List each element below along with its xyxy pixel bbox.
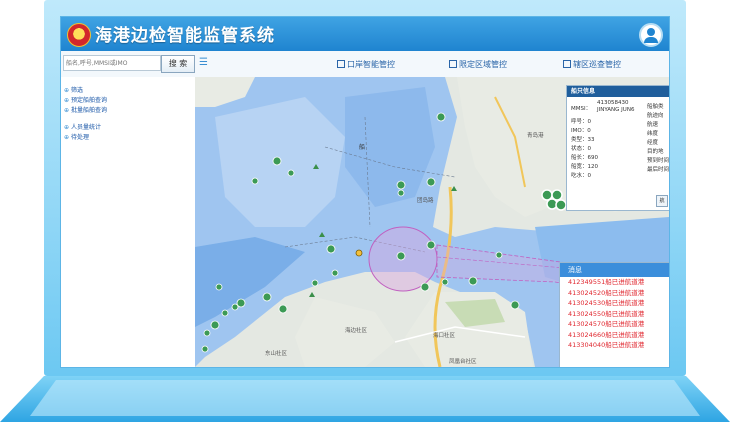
message-title: 消息 [560, 263, 669, 277]
ship-track-button[interactable]: 航 [656, 195, 668, 207]
ship-right-label: 纬度 [647, 131, 659, 137]
message-item[interactable]: 413024550船已进航道港 [560, 309, 669, 320]
sidebar-item-filter[interactable]: 筛选 [64, 85, 83, 94]
national-emblem-icon [67, 23, 91, 47]
search-input[interactable] [63, 55, 161, 71]
ship-info-panel: 船只信息 MMSI： 413058430 JINYANG JUN6 呼号：0 I… [566, 85, 670, 211]
ship-callsign: 呼号：0 [571, 119, 591, 125]
sidebar-item-personnel-stats[interactable]: 人员量统计 [64, 122, 101, 131]
ship-mmsi-value: 413058430 [597, 100, 629, 106]
app-window: 海港边检智能监管系统 搜 索 ☰ 口岸智能管控 限定区域管控 辖区巡查管控 筛选… [60, 16, 670, 368]
ship-right-label: 航迹向 [647, 113, 664, 119]
ship-width: 船宽：120 [571, 164, 598, 170]
ship-status: 状态：0 [571, 146, 591, 152]
app-header: 海港边检智能监管系统 [61, 17, 669, 51]
map-label-tuandao: 团岛路 [417, 196, 434, 204]
ship-right-label: 船舶类 [647, 104, 664, 110]
ship-right-label: 最后时间 [647, 167, 670, 173]
map-label-haikou: 海口社区 [433, 331, 456, 339]
ship-right-label: 目的地 [647, 149, 664, 155]
ship-draft: 吃水：0 [571, 173, 591, 179]
ship-label: 船 [359, 143, 365, 151]
ship-info-title: 船只信息 [567, 86, 669, 97]
tab-square-icon [563, 60, 571, 68]
tab-port-control[interactable]: 口岸智能管控 [337, 59, 395, 70]
sidebar-item-pending[interactable]: 待处理 [64, 132, 89, 141]
list-icon[interactable]: ☰ [199, 57, 208, 68]
search-button[interactable]: 搜 索 [161, 55, 195, 73]
toolbar: 搜 索 ☰ 口岸智能管控 限定区域管控 辖区巡查管控 [61, 51, 669, 78]
tab-square-icon [337, 60, 345, 68]
app-title: 海港边检智能监管系统 [95, 26, 275, 46]
user-icon[interactable] [639, 23, 663, 47]
message-item[interactable]: 412349551船已进航道港 [560, 277, 669, 288]
map-label-fenghuangtai: 凤凰台社区 [449, 357, 477, 365]
tab-patrol-control[interactable]: 辖区巡查管控 [563, 59, 621, 70]
sidebar-item-scheduled-query[interactable]: 预定船舶查询 [64, 95, 107, 104]
ship-mmsi-label: MMSI： [571, 106, 592, 112]
anchor-marker[interactable] [355, 249, 363, 257]
map-label-haibian: 海边社区 [345, 326, 368, 334]
sidebar-item-batch-query[interactable]: 批量船舶查询 [64, 105, 107, 114]
monitor-stand [0, 376, 730, 422]
tab-square-icon [449, 60, 457, 68]
tab-label: 口岸智能管控 [347, 60, 395, 69]
tab-label: 限定区域管控 [459, 60, 507, 69]
ship-name-value: JINYANG JUN6 [597, 107, 635, 113]
ship-type: 类型：33 [571, 137, 595, 143]
message-panel: 消息 412349551船已进航道港 413024520船已进航道港 41302… [559, 262, 669, 367]
message-item[interactable]: 413024660船已进航道港 [560, 330, 669, 341]
ship-length: 船长：690 [571, 155, 598, 161]
message-item[interactable]: 413304040船已进航道港 [560, 340, 669, 351]
ship-right-label: 预到时间 [647, 158, 670, 164]
tab-label: 辖区巡查管控 [573, 60, 621, 69]
message-item[interactable]: 413024570船已进航道港 [560, 319, 669, 330]
tab-zone-control[interactable]: 限定区域管控 [449, 59, 507, 70]
message-item[interactable]: 413024520船已进航道港 [560, 288, 669, 299]
ship-right-label: 航速 [647, 122, 659, 128]
map-label-dongshan: 东山社区 [265, 349, 288, 357]
map-label-qingdao-port: 青岛港 [527, 131, 544, 139]
message-item[interactable]: 413024530船已进航道港 [560, 298, 669, 309]
ship-right-label: 经度 [647, 140, 659, 146]
ship-imo: IMO：0 [571, 128, 591, 134]
sidebar: 筛选 预定船舶查询 批量船舶查询 人员量统计 待处理 [61, 77, 196, 367]
